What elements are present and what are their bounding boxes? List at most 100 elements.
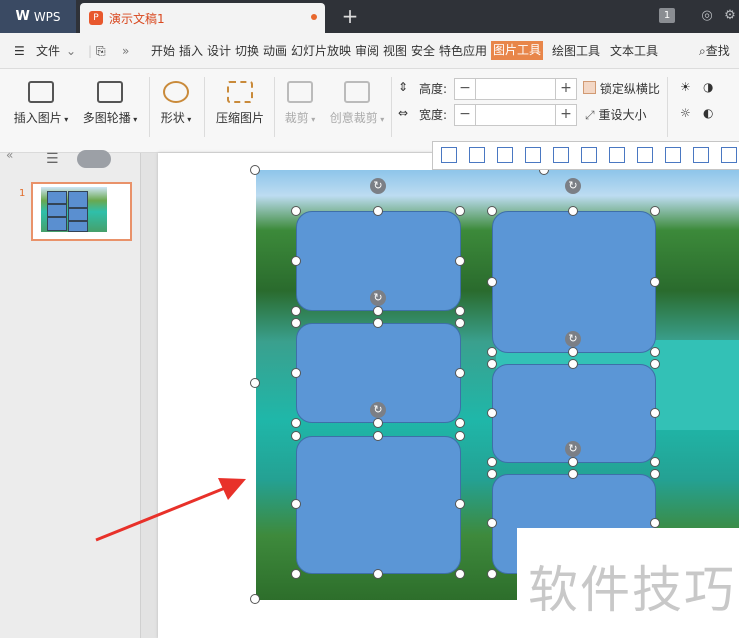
resize-handle[interactable] [291, 206, 301, 216]
resize-handle[interactable] [487, 408, 497, 418]
width-stepper[interactable]: − + [454, 104, 577, 126]
file-menu[interactable]: 文件 [36, 43, 60, 59]
resize-handle[interactable] [373, 206, 383, 216]
thumbnail-view-toggle[interactable] [77, 150, 111, 168]
menu-security[interactable]: 安全 [411, 43, 435, 59]
rotate-handle-icon[interactable]: ↻ [565, 331, 581, 347]
resize-handle[interactable] [373, 569, 383, 579]
contrast-down-icon[interactable]: ◐ [703, 106, 713, 120]
menu-design[interactable]: 设计 [207, 43, 231, 59]
align-center-icon[interactable] [469, 147, 485, 163]
resize-handle[interactable] [487, 359, 497, 369]
height-decrease-button[interactable]: − [455, 79, 476, 99]
menu-insert[interactable]: 插入 [179, 43, 203, 59]
resize-handle[interactable] [455, 431, 465, 441]
resize-handle[interactable] [650, 518, 660, 528]
height-stepper[interactable]: − + [454, 78, 577, 100]
resize-handle[interactable] [291, 368, 301, 378]
align-middle-icon[interactable] [553, 147, 569, 163]
resize-handle[interactable] [568, 206, 578, 216]
menu-view[interactable]: 视图 [383, 43, 407, 59]
more-arrows-icon[interactable]: » [122, 43, 129, 59]
settings-icon[interactable]: ⚙ [722, 8, 738, 24]
skin-icon[interactable]: ◎ [699, 8, 715, 24]
crop-button[interactable]: 裁剪 ▾ [280, 81, 320, 126]
menu-review[interactable]: 审阅 [355, 43, 379, 59]
save-icon[interactable]: ⎘ [96, 43, 106, 59]
distribute-vertical-icon[interactable] [665, 147, 681, 163]
resize-handle[interactable] [487, 277, 497, 287]
rotate-handle-icon[interactable]: ↻ [565, 441, 581, 457]
document-tab[interactable]: P 演示文稿1 [80, 3, 325, 33]
new-tab-button[interactable]: + [340, 3, 360, 29]
menu-featured-apps[interactable]: 特色应用 [439, 43, 487, 59]
resize-handle[interactable] [455, 306, 465, 316]
multi-carousel-button[interactable]: 多图轮播 ▾ [80, 81, 140, 126]
rotate-handle-icon[interactable]: ↻ [370, 178, 386, 194]
resize-handle[interactable] [373, 318, 383, 328]
menu-animation[interactable]: 动画 [263, 43, 287, 59]
align-top-icon[interactable] [525, 147, 541, 163]
resize-handle[interactable] [487, 469, 497, 479]
resize-handle[interactable] [291, 569, 301, 579]
brightness-down-icon[interactable]: ☼ [680, 106, 691, 120]
align-bottom-icon[interactable] [581, 147, 597, 163]
menu-slideshow[interactable]: 幻灯片放映 [291, 43, 351, 59]
creative-crop-button[interactable]: 创意裁剪 ▾ [328, 81, 386, 126]
resize-handle[interactable] [487, 569, 497, 579]
rounded-rect-shape-3[interactable] [296, 436, 461, 574]
resize-handle[interactable] [250, 165, 260, 175]
rotate-handle-icon[interactable]: ↻ [370, 402, 386, 418]
collapse-panel-button[interactable]: « [6, 148, 13, 162]
more-align-icon[interactable] [721, 147, 737, 163]
distribute-horizontal-icon[interactable] [637, 147, 653, 163]
wps-home-tab[interactable]: W WPS [0, 0, 76, 33]
resize-handle[interactable] [650, 277, 660, 287]
resize-handle[interactable] [373, 431, 383, 441]
resize-handle[interactable] [291, 418, 301, 428]
menu-picture-tools[interactable]: 图片工具 [491, 41, 544, 60]
menu-transition[interactable]: 切换 [235, 43, 259, 59]
resize-handle[interactable] [455, 418, 465, 428]
compress-picture-button[interactable]: 压缩图片 [213, 81, 267, 126]
window-count-badge[interactable]: 1 [659, 8, 675, 23]
search-button[interactable]: ⌕查找 [699, 43, 730, 59]
rotate-handle-icon[interactable]: ↻ [370, 290, 386, 306]
resize-handle[interactable] [291, 499, 301, 509]
resize-handle[interactable] [455, 569, 465, 579]
resize-handle[interactable] [455, 256, 465, 266]
resize-handle[interactable] [373, 306, 383, 316]
resize-handle[interactable] [487, 347, 497, 357]
align-left-icon[interactable] [441, 147, 457, 163]
resize-handle[interactable] [487, 518, 497, 528]
brightness-up-icon[interactable]: ☀ [680, 80, 691, 94]
resize-handle[interactable] [650, 206, 660, 216]
resize-handle[interactable] [455, 368, 465, 378]
resize-handle[interactable] [373, 418, 383, 428]
resize-handle[interactable] [250, 378, 260, 388]
insert-picture-button[interactable]: 插入图片 ▾ [11, 81, 71, 126]
outline-view-icon[interactable]: ☰ [46, 151, 64, 167]
resize-handle[interactable] [568, 359, 578, 369]
menu-text-tools[interactable]: 文本工具 [610, 43, 658, 59]
align-right-icon[interactable] [497, 147, 513, 163]
reset-size-button[interactable]: ⤢ 重设大小 [585, 106, 646, 123]
resize-handle[interactable] [650, 347, 660, 357]
menu-home[interactable]: 开始 [151, 43, 175, 59]
resize-handle[interactable] [487, 457, 497, 467]
width-decrease-button[interactable]: − [455, 105, 476, 125]
resize-handle[interactable] [455, 318, 465, 328]
resize-handle[interactable] [291, 431, 301, 441]
resize-handle[interactable] [650, 469, 660, 479]
resize-handle[interactable] [650, 359, 660, 369]
resize-handle[interactable] [487, 206, 497, 216]
contrast-up-icon[interactable]: ◑ [703, 80, 713, 94]
resize-handle[interactable] [250, 594, 260, 604]
resize-handle[interactable] [455, 206, 465, 216]
group-icon[interactable] [693, 147, 709, 163]
slide-thumbnail[interactable] [31, 182, 132, 241]
resize-handle[interactable] [291, 306, 301, 316]
hamburger-icon[interactable]: ☰ [14, 43, 25, 59]
resize-handle[interactable] [568, 457, 578, 467]
align-slide-center-icon[interactable] [609, 147, 625, 163]
